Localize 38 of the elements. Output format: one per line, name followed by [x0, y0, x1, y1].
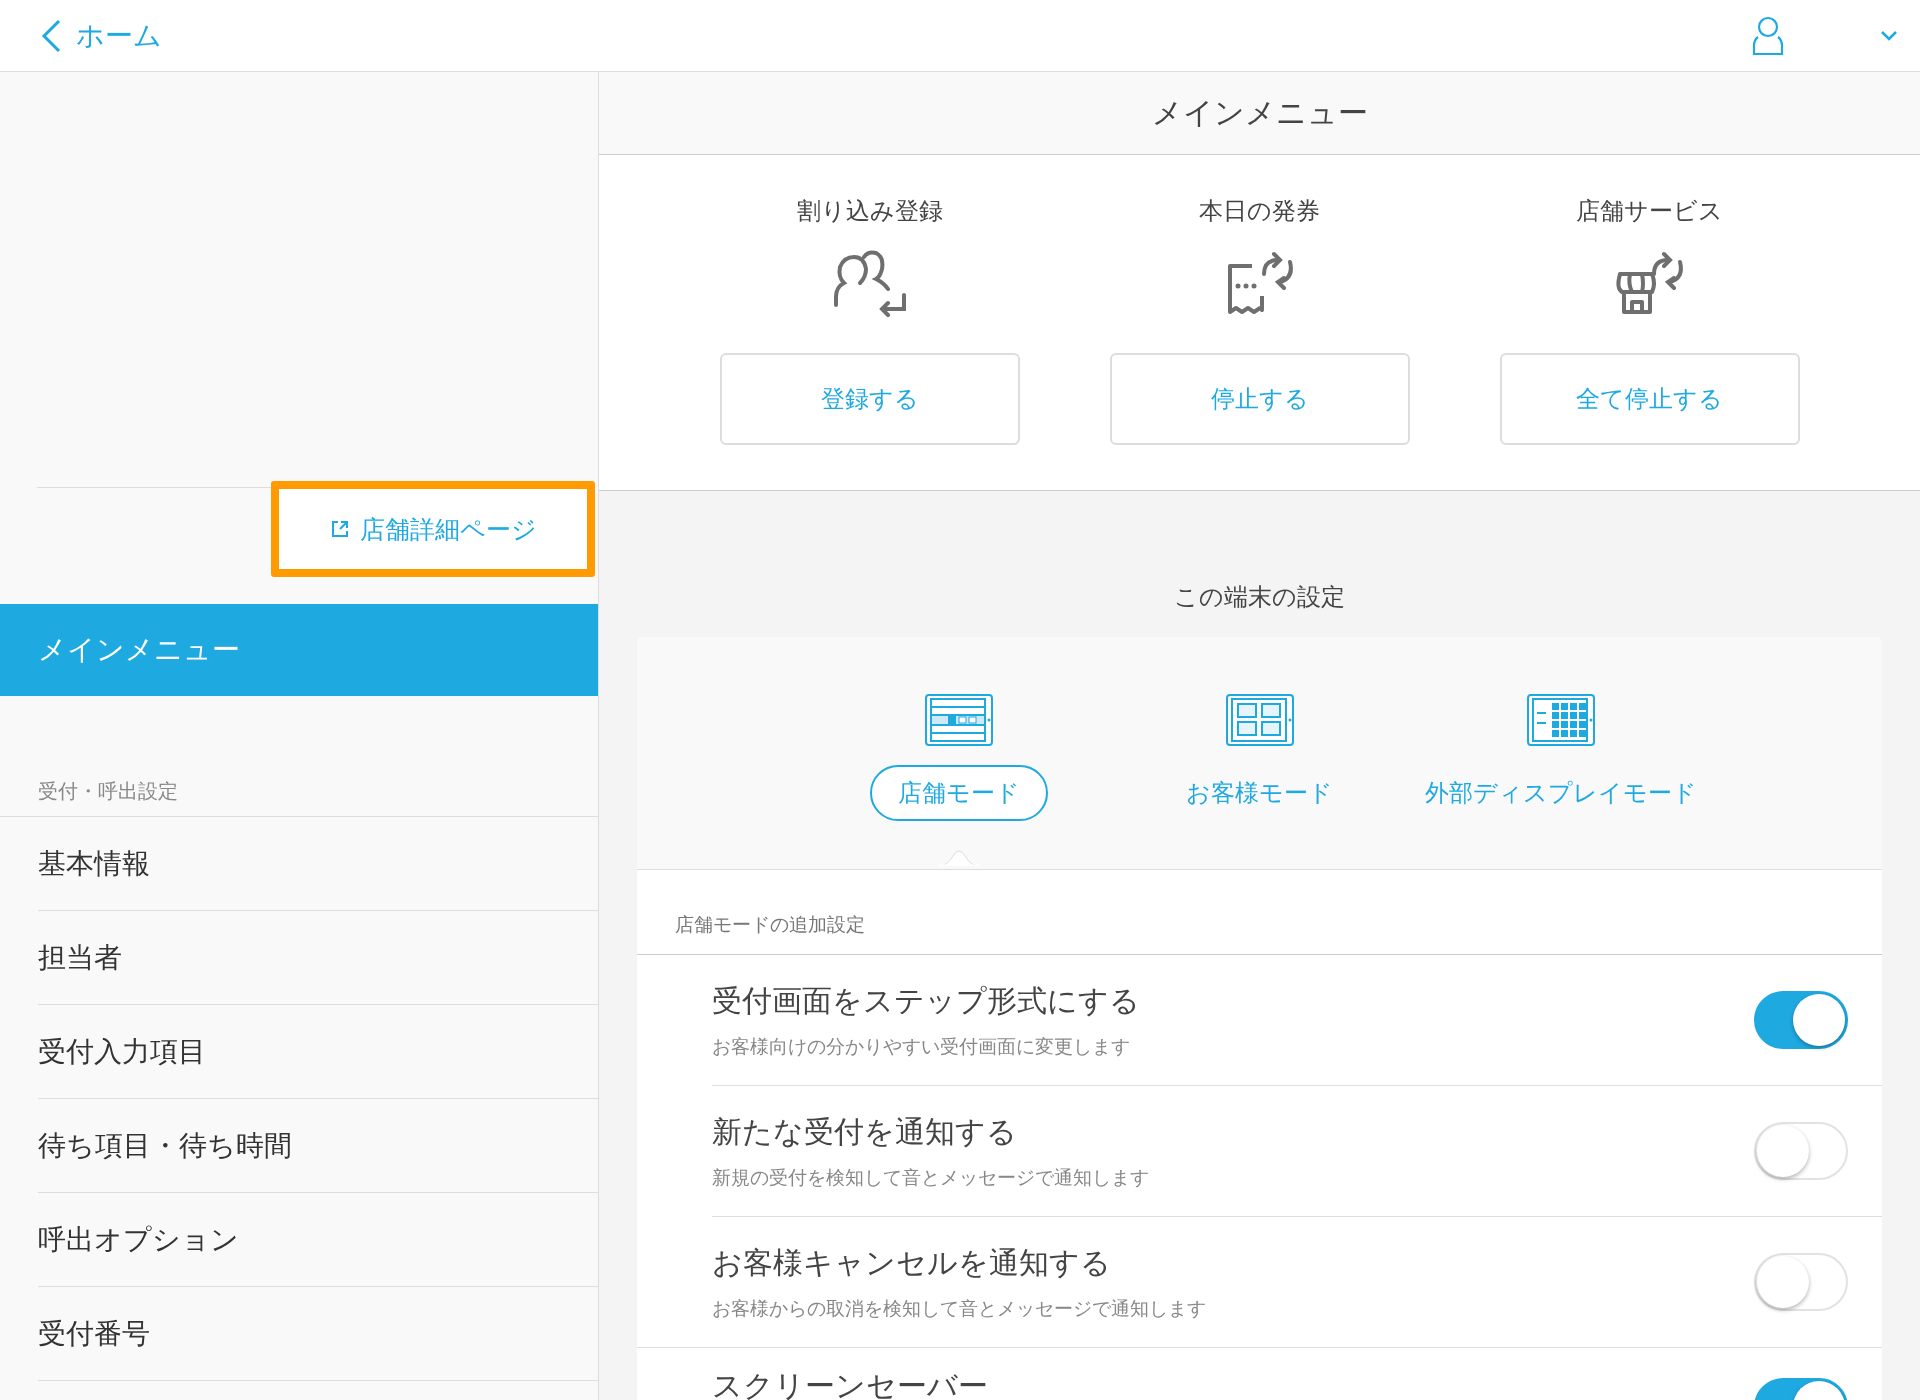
setting-title: 新たな受付を通知する — [712, 1112, 1018, 1151]
people-return-icon — [831, 249, 908, 317]
section-heading: この端末の設定 — [1173, 582, 1346, 613]
action-button[interactable]: 全て停止する — [1499, 353, 1800, 445]
setting-description: お客様向けの分かりやすい受付画面に変更します — [712, 1033, 1131, 1059]
grid-tablet-icon — [1224, 693, 1295, 747]
toggle-switch[interactable] — [1754, 991, 1848, 1049]
action-button[interactable]: 登録する — [719, 353, 1020, 445]
action-label: 割り込み登録 — [796, 196, 943, 225]
mode-tab[interactable]: 店舗モード — [869, 765, 1048, 821]
action-label: 店舗サービス — [1576, 196, 1723, 225]
setting-title: お客様キャンセルを通知する — [712, 1243, 1112, 1282]
mode-tab[interactable]: 外部ディスプレイモード — [1396, 765, 1725, 821]
action-button[interactable]: 停止する — [1109, 353, 1410, 445]
user-icon[interactable] — [1752, 15, 1784, 56]
sidebar-item[interactable]: 担当者 — [38, 911, 598, 1005]
setting-title: 受付画面をステップ形式にする — [712, 981, 1140, 1020]
sidebar-item[interactable]: 呼出オプション — [38, 1193, 598, 1287]
sidebar-item[interactable]: 基本情報 — [38, 817, 598, 911]
setting-title: スクリーンセーバー — [712, 1367, 988, 1400]
page-title: メインメニュー — [599, 72, 1920, 155]
back-icon — [40, 17, 62, 54]
mode-tab[interactable]: お客様モード — [1158, 765, 1361, 821]
setting-description: お客様からの取消を検知して音とメッセージで通知します — [712, 1295, 1206, 1321]
sidebar-item[interactable]: 待ち項目・待ち時間 — [38, 1099, 598, 1193]
list-tablet-icon — [923, 693, 994, 747]
section-heading: 店舗モードの追加設定 — [637, 870, 1882, 955]
section-heading: 受付・呼出設定 — [0, 696, 598, 817]
setting-description: 新規の受付を検知して音とメッセージで通知します — [712, 1164, 1149, 1190]
display-tablet-icon — [1525, 693, 1596, 747]
external-link-icon — [329, 519, 350, 539]
store-detail-link[interactable]: 店舗詳細ページ — [271, 481, 595, 577]
sidebar-item[interactable]: 受付入力項目 — [38, 1005, 598, 1099]
chevron-down-icon[interactable] — [1880, 29, 1898, 42]
action-label: 本日の発券 — [1199, 196, 1320, 225]
sidebar-item[interactable]: 受付番号 — [38, 1287, 598, 1381]
sidebar-item[interactable]: メインメニュー — [0, 604, 598, 696]
back-button[interactable]: ホーム — [40, 16, 162, 55]
